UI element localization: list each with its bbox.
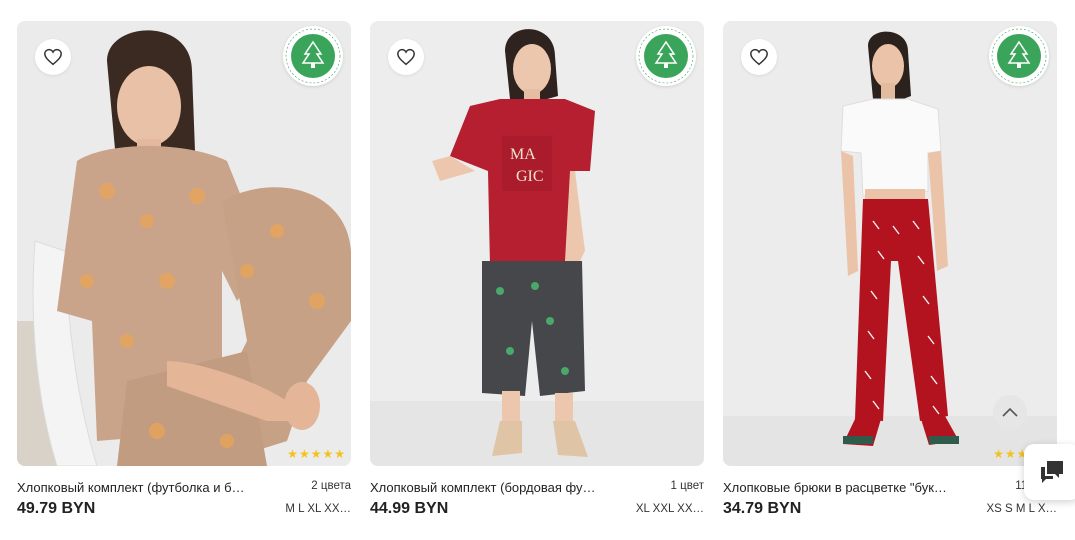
new-year-collection-badge xyxy=(636,26,696,86)
product-colors-count: 1 цвет xyxy=(670,480,704,492)
star-icon: ★ xyxy=(1004,447,1016,461)
favorite-button[interactable] xyxy=(741,39,777,75)
product-sizes: XS S M L X… xyxy=(986,503,1057,515)
product-price: 49.79 BYN xyxy=(17,500,96,517)
christmas-tree-icon xyxy=(991,28,1047,84)
star-icon: ★ xyxy=(993,447,1004,461)
scroll-to-top-button[interactable] xyxy=(993,395,1027,429)
product-image[interactable]: MA GIC xyxy=(370,21,704,466)
new-year-collection-badge xyxy=(283,26,343,86)
star-icon: ★ xyxy=(310,447,322,461)
product-price: 34.79 BYN xyxy=(723,500,802,517)
christmas-tree-icon xyxy=(285,28,341,84)
product-photo-illustration: MA GIC xyxy=(370,21,704,466)
product-sizes: XL XXL XX… xyxy=(635,503,704,515)
heart-outline-icon xyxy=(397,48,415,66)
star-icon: ★ xyxy=(287,447,298,461)
christmas-tree-icon xyxy=(638,28,694,84)
product-card[interactable]: MA GIC Хлопковый комплект (бордовая фу… … xyxy=(370,21,704,517)
svg-text:GIC: GIC xyxy=(516,168,544,185)
new-year-collection-badge xyxy=(989,26,1049,86)
favorite-button[interactable] xyxy=(35,39,71,75)
product-image[interactable]: ★★★★★ xyxy=(17,21,351,466)
star-icon: ★ xyxy=(322,447,334,461)
star-icon: ★ xyxy=(298,447,310,461)
heart-outline-icon xyxy=(44,48,62,66)
product-price: 44.99 BYN xyxy=(370,500,449,517)
favorite-button[interactable] xyxy=(388,39,424,75)
star-icon: ★ xyxy=(334,447,345,461)
product-photo-illustration xyxy=(17,21,351,466)
chevron-up-icon xyxy=(1002,407,1018,417)
rating-stars: ★★★★★ xyxy=(287,448,345,460)
chat-icon xyxy=(1041,461,1063,483)
product-sizes: M L XL XX… xyxy=(285,503,351,515)
product-name[interactable]: Хлопковый комплект (бордовая фу… xyxy=(370,480,610,495)
product-name[interactable]: Хлопковый комплект (футболка и б… xyxy=(17,480,257,495)
product-card[interactable]: ★ ★ ★ ★ ★ Хлопковый комплект (футболка и б… … xyxy=(17,21,351,517)
product-colors-count: 2 цвета xyxy=(311,480,351,492)
svg-text:MA: MA xyxy=(510,146,536,163)
product-name[interactable]: Хлопковые брюки в расцветке "бук… xyxy=(723,480,963,495)
chat-button[interactable] xyxy=(1024,444,1075,500)
heart-outline-icon xyxy=(750,48,768,66)
product-card[interactable]: ★★★★★ Хлопковые брюки в расцветке "бук… … xyxy=(723,21,1057,517)
